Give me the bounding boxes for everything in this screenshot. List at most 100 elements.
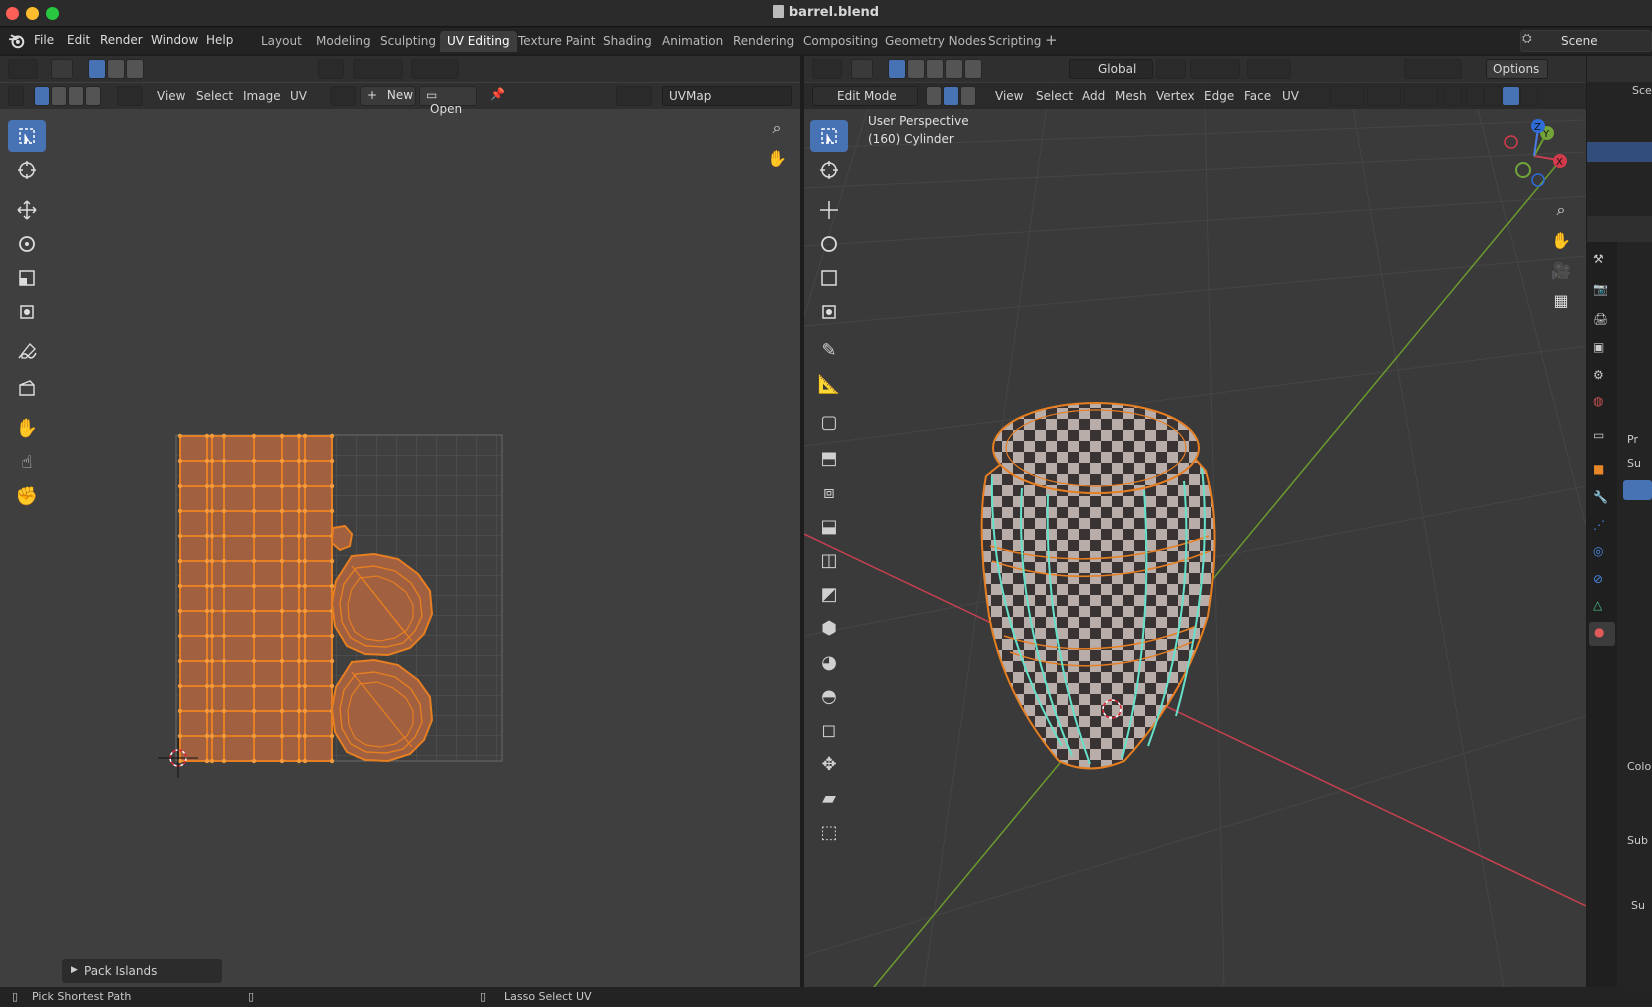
mirror-xyz-icon[interactable] <box>1404 59 1462 79</box>
vp-move-tool-icon[interactable] <box>810 194 848 226</box>
uv-island-small[interactable] <box>330 524 354 552</box>
shrink-fatten-tool-icon[interactable]: ✥ <box>810 748 848 780</box>
bevel-tool-icon[interactable]: ⬓ <box>810 510 848 542</box>
gizmo-neg-y-icon[interactable] <box>1515 162 1531 178</box>
knife-tool-icon[interactable]: ◩ <box>810 578 848 610</box>
viewport-menu-view[interactable]: View <box>995 89 1023 103</box>
outliner-selected-row[interactable] <box>1587 142 1652 162</box>
extrude-tool-icon[interactable]: ⬒ <box>810 442 848 474</box>
outliner-scene-label[interactable]: Sce <box>1632 84 1652 97</box>
shear-tool-icon[interactable]: ▰ <box>810 782 848 814</box>
tab-texture-paint[interactable]: Texture Paint <box>511 31 602 52</box>
viewport-menu-mesh[interactable]: Mesh <box>1115 89 1147 103</box>
smooth-tool-icon[interactable]: ◓ <box>810 680 848 712</box>
menu-window[interactable]: Window <box>151 33 198 47</box>
gizmo-neg-x-icon[interactable] <box>1504 135 1518 149</box>
particles-tab-icon[interactable]: ⋰ <box>1593 518 1605 532</box>
viewport-select-icon[interactable] <box>851 59 873 79</box>
viewport-canvas[interactable] <box>804 56 1586 987</box>
barrel-mesh[interactable] <box>980 402 1216 770</box>
material-tab-icon[interactable]: ● <box>1589 622 1615 646</box>
rip-region-tool-icon[interactable]: ⬚ <box>810 816 848 848</box>
wireframe-shading-icon[interactable] <box>1466 86 1484 106</box>
tab-compositing[interactable]: Compositing <box>796 31 885 52</box>
vp-cursor-tool-icon[interactable] <box>810 154 848 186</box>
spin-tool-icon[interactable]: ◕ <box>810 646 848 678</box>
viewport-menu-face[interactable]: Face <box>1244 89 1271 103</box>
pivot-point-icon[interactable] <box>1156 59 1186 79</box>
orientation-dropdown[interactable]: Global <box>1069 59 1153 79</box>
rendered-shading-icon[interactable] <box>1520 86 1538 106</box>
visibility-icon[interactable] <box>1330 86 1364 106</box>
vp-measure-tool-icon[interactable]: 📐 <box>810 368 848 400</box>
scene-selector[interactable]: Scene <box>1520 30 1652 52</box>
uv-canvas[interactable] <box>0 56 800 987</box>
viewport-select-new-icon[interactable] <box>888 59 906 79</box>
render-tab-icon[interactable]: 📷 <box>1593 282 1608 296</box>
menu-edit[interactable]: Edit <box>67 33 90 47</box>
menu-file[interactable]: File <box>34 33 54 47</box>
viewport-snap-icon[interactable] <box>1190 59 1240 79</box>
viewport-menu-add[interactable]: Add <box>1082 89 1105 103</box>
physics-tab-icon[interactable]: ◎ <box>1593 544 1603 558</box>
tab-scripting[interactable]: Scripting <box>981 31 1048 52</box>
world-tab-icon[interactable]: ◍ <box>1593 394 1603 408</box>
camera-view-icon[interactable]: 🎥 <box>1549 258 1573 282</box>
viewport-menu-uv[interactable]: UV <box>1282 89 1299 103</box>
xray-icon[interactable] <box>1444 86 1462 106</box>
loop-cut-tool-icon[interactable]: ◫ <box>810 544 848 576</box>
constraints-tab-icon[interactable]: ⊘ <box>1593 572 1603 586</box>
3d-viewport-panel[interactable]: Global Options Edit Mode View Select Add… <box>804 56 1586 987</box>
properties-panel[interactable]: Sce ⚒ 📷 🖨 ▣ ⚙ ◍ ▭ ■ 🔧 ⋰ ◎ ⊘ △ ● Pr Su Co… <box>1587 56 1652 987</box>
viewport-select-extend-icon[interactable] <box>907 59 925 79</box>
vp-annotate-tool-icon[interactable]: ✎ <box>810 334 848 366</box>
tool-tab-icon[interactable]: ⚒ <box>1593 252 1604 266</box>
viewport-select-subtract-icon[interactable] <box>926 59 944 79</box>
vp-rotate-tool-icon[interactable] <box>810 228 848 260</box>
output-tab-icon[interactable]: 🖨 <box>1593 312 1608 326</box>
tab-modeling[interactable]: Modeling <box>309 31 378 52</box>
add-cube-tool-icon[interactable]: ▢ <box>810 406 848 438</box>
uv-editor-panel[interactable]: View Select Image UV + New ▭ Open 📌 UVMa… <box>0 56 800 987</box>
viewport-select-intersect-icon[interactable] <box>964 59 982 79</box>
face-select-mode-icon[interactable] <box>960 86 976 106</box>
perspective-toggle-icon[interactable]: ▦ <box>1549 288 1573 312</box>
vertex-select-mode-icon[interactable] <box>926 86 942 106</box>
viewport-proportional-icon[interactable] <box>1247 59 1291 79</box>
edge-slide-tool-icon[interactable]: ◻ <box>810 714 848 746</box>
viewport-editor-type-icon[interactable] <box>812 59 842 79</box>
material-shading-icon[interactable] <box>1502 86 1520 106</box>
material-slot-selected[interactable] <box>1623 480 1652 500</box>
modifier-tab-icon[interactable]: 🔧 <box>1593 490 1608 504</box>
blender-logo-icon[interactable] <box>8 32 26 50</box>
viewport-menu-edge[interactable]: Edge <box>1204 89 1234 103</box>
edge-select-mode-icon[interactable] <box>943 86 959 106</box>
options-dropdown[interactable]: Options <box>1486 59 1548 79</box>
vp-transform-tool-icon[interactable] <box>810 296 848 328</box>
view-layer-tab-icon[interactable]: ▣ <box>1593 340 1604 354</box>
viewport-select-invert-icon[interactable] <box>945 59 963 79</box>
object-tab-icon[interactable]: ■ <box>1593 462 1604 476</box>
viewport-menu-select[interactable]: Select <box>1036 89 1073 103</box>
tab-uv-editing[interactable]: UV Editing <box>440 31 517 52</box>
gizmo-neg-z-icon[interactable] <box>1531 173 1545 187</box>
overlay-icon[interactable] <box>1404 86 1438 106</box>
tab-animation[interactable]: Animation <box>655 31 730 52</box>
data-tab-icon[interactable]: △ <box>1593 598 1602 612</box>
viewport-pan-icon[interactable]: ✋ <box>1549 228 1573 252</box>
pack-islands-panel[interactable]: ▶ Pack Islands <box>62 959 222 983</box>
collection-tab-icon[interactable]: ▭ <box>1593 428 1604 442</box>
vp-select-box-tool-icon[interactable] <box>810 120 848 152</box>
gizmo-icon[interactable] <box>1367 86 1401 106</box>
inset-tool-icon[interactable]: ⧈ <box>810 476 848 508</box>
poly-build-tool-icon[interactable]: ⬢ <box>810 612 848 644</box>
solid-shading-icon[interactable] <box>1484 86 1502 106</box>
menu-help[interactable]: Help <box>206 33 233 47</box>
tab-sculpting[interactable]: Sculpting <box>373 31 443 52</box>
tab-layout[interactable]: Layout <box>254 31 309 52</box>
viewport-zoom-icon[interactable]: ⌕ <box>1549 198 1573 222</box>
tab-shading[interactable]: Shading <box>596 31 659 52</box>
viewport-menu-vertex[interactable]: Vertex <box>1156 89 1195 103</box>
tab-geometry-nodes[interactable]: Geometry Nodes <box>878 31 993 52</box>
vp-scale-tool-icon[interactable] <box>810 262 848 294</box>
